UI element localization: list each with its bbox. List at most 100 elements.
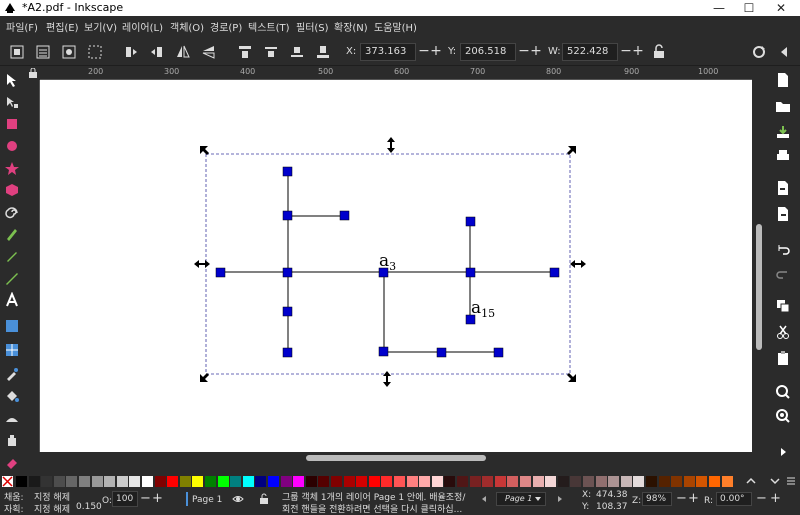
lower-to-bottom-icon[interactable] [314, 43, 332, 61]
menu-layer[interactable]: 레이어(L) [122, 19, 163, 34]
handle-top-left-icon[interactable] [200, 146, 209, 155]
menu-help[interactable]: 도움말(H) [374, 19, 417, 34]
color-swatch[interactable] [129, 476, 141, 487]
color-swatch[interactable] [255, 476, 267, 487]
w-increment-button[interactable]: + [632, 43, 644, 59]
node[interactable] [282, 267, 293, 278]
color-swatch[interactable] [242, 476, 254, 487]
node[interactable] [215, 267, 226, 278]
node[interactable] [493, 347, 504, 358]
flip-vertical-icon[interactable] [200, 43, 218, 61]
horizontal-scroll-thumb[interactable] [306, 455, 486, 461]
palette-scroll-down-icon[interactable] [770, 476, 780, 486]
undo-icon[interactable] [775, 242, 791, 258]
color-swatch[interactable] [595, 476, 607, 487]
menu-object[interactable]: 객체(O) [170, 19, 204, 34]
color-swatch[interactable] [217, 476, 229, 487]
color-swatch[interactable] [205, 476, 216, 487]
opacity-field[interactable]: 100 [112, 491, 138, 507]
maximize-button[interactable]: ☐ [734, 0, 764, 16]
current-layer[interactable]: Page 1 [192, 495, 222, 505]
eraser-tool-icon[interactable] [4, 454, 20, 470]
rotate-increment-button[interactable]: + [770, 491, 781, 506]
select-all-layers-icon[interactable] [34, 43, 52, 61]
rotate-field[interactable]: 0.00° [716, 492, 752, 506]
paste-icon[interactable] [775, 350, 791, 366]
select-same-icon[interactable] [60, 43, 78, 61]
node[interactable] [378, 346, 389, 357]
color-swatch[interactable] [268, 476, 279, 487]
x-field[interactable]: 373.163 [360, 43, 416, 61]
raise-icon[interactable] [262, 43, 280, 61]
color-swatch[interactable] [293, 476, 305, 487]
zoom-field[interactable]: 98% [642, 492, 672, 506]
zoom-drawing-icon[interactable] [775, 408, 791, 424]
node[interactable] [282, 166, 293, 177]
handle-top-right-icon[interactable] [567, 146, 576, 155]
zoom-out-button[interactable]: − [676, 491, 687, 506]
handle-bottom-right-icon[interactable] [567, 373, 576, 382]
color-swatch[interactable] [444, 476, 456, 487]
color-swatch[interactable] [469, 476, 481, 487]
handle-left-icon[interactable] [194, 260, 210, 268]
stroke-value[interactable]: 지정 해제 [34, 502, 70, 515]
color-swatch[interactable] [406, 476, 418, 487]
color-swatch[interactable] [620, 476, 632, 487]
print-icon[interactable] [775, 148, 791, 164]
palette-scroll-up-icon[interactable] [746, 476, 756, 486]
page-dropdown-icon[interactable] [534, 496, 542, 502]
minimize-button[interactable]: — [704, 0, 734, 16]
export-icon[interactable] [775, 206, 791, 222]
lower-icon[interactable] [288, 43, 306, 61]
color-swatch[interactable] [318, 476, 330, 487]
menu-extensions[interactable]: 확장(N) [334, 19, 368, 34]
node[interactable] [282, 210, 293, 221]
color-swatch[interactable] [557, 476, 569, 487]
color-swatch[interactable] [142, 476, 153, 487]
commands-menu-icon[interactable] [776, 43, 794, 61]
color-swatch[interactable] [167, 476, 179, 487]
redo-icon[interactable] [775, 266, 791, 282]
color-swatch[interactable] [520, 476, 531, 487]
rotate-decrement-button[interactable]: − [756, 491, 767, 506]
ellipse-tool-icon[interactable] [4, 138, 20, 154]
color-swatch[interactable] [570, 476, 582, 487]
snap-toggle-icon[interactable] [750, 43, 768, 61]
x-increment-button[interactable]: + [430, 43, 442, 59]
node[interactable] [282, 347, 293, 358]
horizontal-ruler[interactable]: 200 300 400 500 600 700 800 900 1000 [40, 66, 752, 80]
no-paint-icon[interactable] [2, 476, 13, 487]
more-commands-icon[interactable] [775, 444, 791, 460]
color-swatch[interactable] [583, 476, 594, 487]
handle-right-icon[interactable] [570, 260, 586, 268]
canvas[interactable]: a3 a15 [40, 80, 752, 452]
pen-tool-icon[interactable] [4, 226, 20, 242]
color-swatch[interactable] [482, 476, 494, 487]
open-file-icon[interactable] [775, 98, 791, 114]
color-swatch[interactable] [545, 476, 557, 487]
guide-lock-icon[interactable] [28, 68, 38, 78]
color-swatch[interactable] [280, 476, 292, 487]
calligraphy-tool-icon[interactable] [4, 270, 20, 286]
next-page-icon[interactable] [556, 495, 564, 503]
y-field[interactable]: 206.518 [460, 43, 516, 61]
vertical-ruler[interactable] [26, 80, 40, 452]
color-swatch[interactable] [104, 476, 116, 487]
node[interactable] [436, 347, 447, 358]
color-swatch[interactable] [457, 476, 468, 487]
rotate-cw-icon[interactable] [148, 43, 166, 61]
color-swatch[interactable] [683, 476, 695, 487]
rotate-ccw-icon[interactable] [122, 43, 140, 61]
cut-icon[interactable] [775, 324, 791, 340]
opacity-increment-button[interactable]: + [152, 491, 163, 506]
layer-lock-icon[interactable] [258, 493, 270, 505]
color-swatch[interactable] [394, 476, 405, 487]
color-swatch[interactable] [305, 476, 317, 487]
color-swatch[interactable] [230, 476, 242, 487]
text-tool-icon[interactable] [4, 292, 20, 308]
color-swatch[interactable] [646, 476, 657, 487]
color-swatch[interactable] [331, 476, 342, 487]
palette-menu-icon[interactable] [786, 476, 796, 486]
import-icon[interactable] [775, 180, 791, 196]
color-swatch[interactable] [633, 476, 645, 487]
